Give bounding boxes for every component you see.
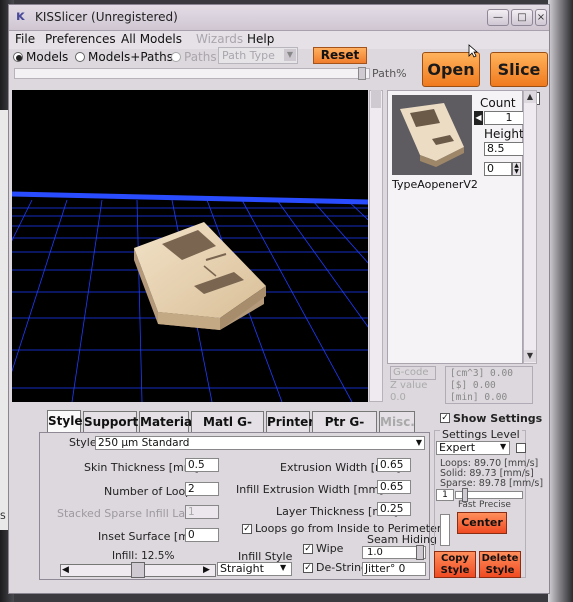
count-decrement-icon[interactable]: ◀ xyxy=(474,111,483,125)
path-percent-slider-thumb[interactable] xyxy=(358,67,366,80)
menu-preferences[interactable]: Preferences xyxy=(45,32,116,46)
maximize-icon[interactable]: □ xyxy=(511,9,533,26)
stat-volume: [cm^3] 0.00 xyxy=(450,368,513,379)
settings-level-select[interactable]: Expert xyxy=(436,441,510,455)
close-icon[interactable]: × xyxy=(535,9,547,26)
show-settings-label: Show Settings xyxy=(453,412,543,425)
style-label: Style xyxy=(69,436,97,449)
tab-ptr-gcode[interactable]: Ptr G-code xyxy=(312,411,377,449)
paths-radio-label: Paths xyxy=(184,50,217,64)
title-bar[interactable]: ĸ KISSlicer (Unregistered) — □ × xyxy=(9,5,549,31)
3d-viewport[interactable] xyxy=(12,90,368,402)
loops-inside-checkbox[interactable]: ✓ xyxy=(242,524,252,534)
paths-radio[interactable] xyxy=(171,52,181,62)
models-radio[interactable] xyxy=(13,52,23,62)
destring-label: De-String xyxy=(316,561,369,574)
monitor-bezel-right xyxy=(548,0,573,602)
infill-slider-thumb[interactable] xyxy=(131,562,145,578)
seam-hiding-slider-thumb[interactable] xyxy=(416,545,424,560)
show-settings-checkbox[interactable]: ✓ xyxy=(440,413,450,423)
tab-material[interactable]: Material xyxy=(139,411,196,432)
infill-percent-label: Infill: 12.5% xyxy=(112,550,175,562)
stacked-sparse-infill-field[interactable]: 1 xyxy=(185,505,219,519)
chevron-down-icon[interactable]: ▼ xyxy=(500,442,506,451)
tab-printer[interactable]: Printer xyxy=(266,411,314,432)
infill-extrusion-width-label: Infill Extrusion Width [mm] xyxy=(236,483,384,496)
settings-vertical-slider[interactable] xyxy=(440,514,450,546)
stat-cost: [$] 0.00 xyxy=(450,380,496,391)
stat-time: [min] 0.00 xyxy=(450,392,508,403)
skin-thickness-field[interactable]: 0.5 xyxy=(185,458,219,472)
menu-all-models[interactable]: All Models xyxy=(121,32,182,46)
viewport-zoom-scrollbar-thumb[interactable] xyxy=(371,90,381,108)
jitter-value: 0 xyxy=(398,563,406,575)
gcode-select[interactable]: G-code xyxy=(390,366,436,380)
jitter-field[interactable]: Jitter° 0 xyxy=(362,562,426,576)
number-of-loops-field[interactable]: 2 xyxy=(185,482,219,496)
minimize-icon[interactable]: — xyxy=(487,9,509,26)
extrusion-width-field[interactable]: 0.65 xyxy=(377,458,411,472)
slider-right-arrow-icon[interactable]: ▶ xyxy=(203,565,210,575)
viewport-zoom-scrollbar[interactable] xyxy=(369,90,383,402)
path-percent-slider[interactable] xyxy=(14,68,370,79)
style-select[interactable]: 250 µm Standard xyxy=(95,436,425,450)
skin-thickness-label: Skin Thickness [mm] xyxy=(84,461,199,474)
mouse-cursor-icon xyxy=(468,44,479,58)
inset-surface-field[interactable]: 0 xyxy=(185,528,219,542)
tab-style[interactable]: Style xyxy=(47,410,82,433)
delete-style-button[interactable]: Delete Style xyxy=(479,551,521,578)
count-label: Count xyxy=(480,96,516,110)
center-button[interactable]: Center xyxy=(457,512,507,534)
print-stats: [cm^3] 0.00 [$] 0.00 [min] 0.00 xyxy=(445,366,533,404)
rotation-field[interactable]: 0 xyxy=(484,162,512,176)
scroll-up-icon[interactable]: ▲ xyxy=(524,91,536,103)
sparse-speed: Sparse: 89.78 [mm/s] xyxy=(440,478,544,489)
object-name[interactable]: TypeAopenerV2 xyxy=(392,178,478,191)
object-list-scrollbar[interactable] xyxy=(523,90,537,364)
scroll-down-icon[interactable]: ▼ xyxy=(524,350,536,362)
slider-left-arrow-icon[interactable]: ◀ xyxy=(62,565,69,575)
wipe-label: Wipe xyxy=(316,542,344,555)
fast-precise-label: Fast Precise xyxy=(458,500,511,510)
models-paths-radio-label: Models+Paths xyxy=(88,50,173,64)
wipe-checkbox[interactable]: ✓ xyxy=(303,544,313,554)
app-icon: ĸ xyxy=(16,9,25,24)
menu-file[interactable]: File xyxy=(15,32,35,46)
jitter-label: Jitter° xyxy=(365,563,396,575)
build-plate-render xyxy=(12,90,368,402)
object-thumbnail[interactable] xyxy=(392,95,472,175)
rotation-spin-icon[interactable]: ▲ ▼ xyxy=(512,162,521,176)
number-of-loops-label: Number of Loops xyxy=(104,485,198,498)
slice-button[interactable]: Slice xyxy=(490,52,548,87)
settings-level-label: Settings Level xyxy=(440,428,522,441)
destring-checkbox[interactable]: ✓ xyxy=(303,563,313,573)
copy-style-button[interactable]: Copy Style xyxy=(434,551,476,578)
reset-button[interactable]: Reset xyxy=(313,47,367,64)
infill-extrusion-width-field[interactable]: 0.65 xyxy=(377,480,411,494)
chevron-down-icon[interactable]: ▼ xyxy=(280,563,286,572)
tab-misc[interactable]: Misc. xyxy=(379,411,415,432)
seam-hiding-label: Seam Hiding xyxy=(367,533,438,546)
models-radio-label: Models xyxy=(26,50,69,64)
z-value-label: Z value xyxy=(390,380,428,391)
layer-thickness-field[interactable]: 0.25 xyxy=(377,502,411,516)
menu-wizards[interactable]: Wizards xyxy=(196,32,243,46)
chevron-down-icon[interactable]: ▼ xyxy=(414,437,424,449)
fast-precise-value[interactable]: 1 xyxy=(436,489,454,501)
settings-level-checkbox[interactable] xyxy=(516,443,526,453)
tab-matl-gcode[interactable]: Matl G-code xyxy=(191,411,264,449)
z-value: 0.0 xyxy=(390,392,406,403)
window-title: KISSlicer (Unregistered) xyxy=(35,10,178,24)
chevron-down-icon[interactable]: ▼ xyxy=(284,49,296,61)
height-label: Height xyxy=(484,127,524,141)
menu-help[interactable]: Help xyxy=(247,32,274,46)
models-paths-radio[interactable] xyxy=(75,52,85,62)
path-percent-label: Path% xyxy=(372,67,407,80)
tab-support[interactable]: Support xyxy=(83,411,138,432)
